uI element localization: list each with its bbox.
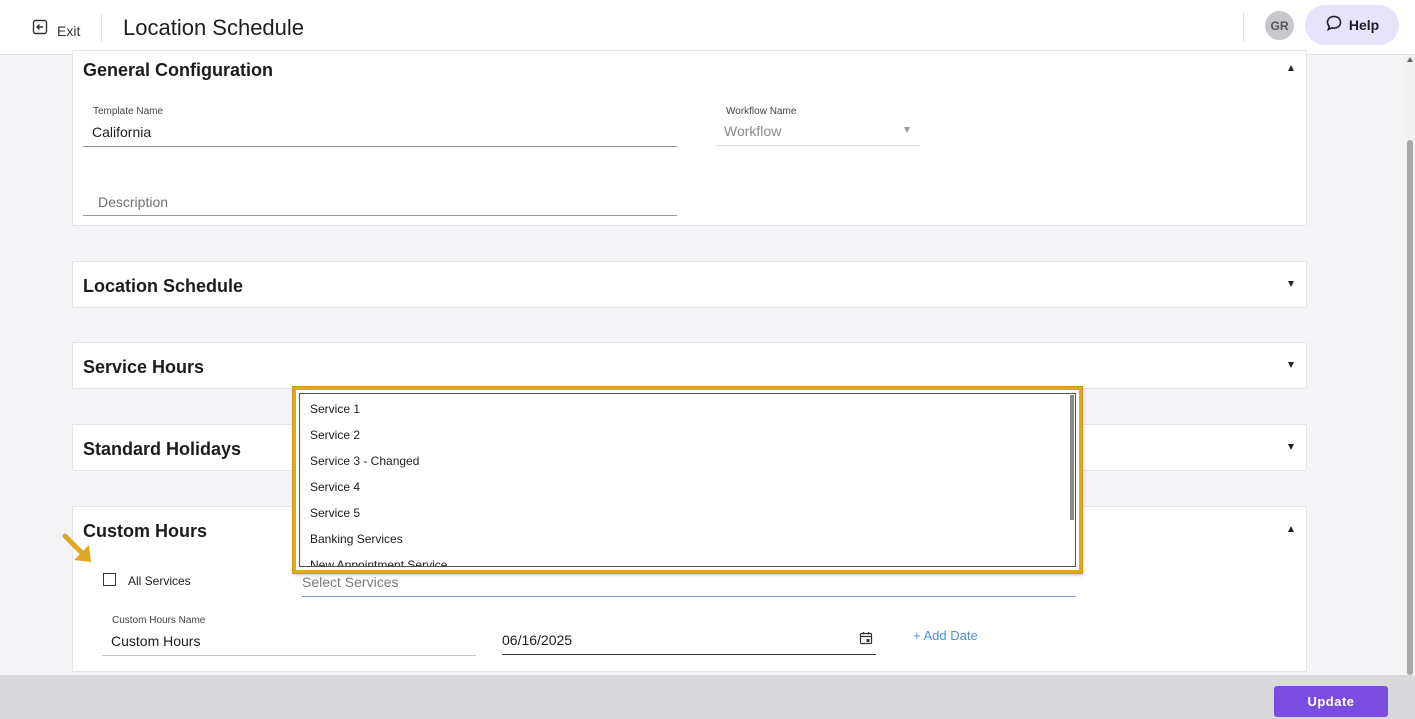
- page-scrollbar[interactable]: [1405, 55, 1415, 675]
- template-name-underline: [83, 146, 677, 147]
- avatar[interactable]: GR: [1265, 11, 1294, 40]
- services-list[interactable]: Service 1 Service 2 Service 3 - Changed …: [299, 393, 1076, 567]
- add-date-link[interactable]: + Add Date: [913, 628, 978, 643]
- description-input[interactable]: Description: [98, 194, 168, 210]
- date-underline: [502, 654, 876, 655]
- service-option[interactable]: Service 2: [310, 428, 360, 442]
- service-option[interactable]: Banking Services: [310, 532, 403, 546]
- calendar-icon[interactable]: [859, 631, 873, 645]
- scroll-up-icon[interactable]: [1407, 57, 1413, 62]
- pointer-arrow-icon: [62, 533, 91, 562]
- footer-bar: [0, 675, 1415, 719]
- app-header: Exit Location Schedule GR Help: [0, 0, 1415, 55]
- collapse-icon[interactable]: [1288, 526, 1294, 532]
- help-label: Help: [1348, 17, 1380, 33]
- dropdown-scrollbar-thumb[interactable]: [1070, 395, 1074, 520]
- template-name-input[interactable]: California: [92, 124, 151, 140]
- chat-bubble-icon: [1325, 14, 1349, 37]
- location-schedule-panel[interactable]: Location Schedule: [72, 261, 1307, 308]
- service-option[interactable]: Service 1: [310, 402, 360, 416]
- service-hours-panel[interactable]: Service Hours: [72, 342, 1307, 389]
- help-button[interactable]: Help: [1305, 5, 1399, 45]
- custom-hours-name-label: Custom Hours Name: [112, 615, 206, 626]
- service-option[interactable]: Service 3 - Changed: [310, 454, 419, 468]
- exit-button[interactable]: Exit: [31, 18, 80, 41]
- page-title: Location Schedule: [123, 15, 305, 40]
- service-option[interactable]: New Appointment Service: [310, 558, 447, 566]
- workflow-name-label: Workflow Name: [726, 106, 797, 117]
- service-option[interactable]: Service 5: [310, 506, 360, 520]
- expand-icon[interactable]: [1288, 444, 1294, 450]
- custom-hours-name-input[interactable]: Custom Hours: [111, 633, 200, 649]
- template-name-label: Template Name: [93, 106, 164, 117]
- general-configuration-panel: General Configuration Template Name Cali…: [72, 50, 1307, 226]
- service-option[interactable]: Service 4: [310, 480, 360, 494]
- update-button[interactable]: Update: [1274, 686, 1388, 717]
- custom-hours-name-underline: [102, 655, 476, 656]
- all-services-checkbox[interactable]: [103, 573, 116, 586]
- expand-icon[interactable]: [1288, 281, 1294, 287]
- exit-label: Exit: [57, 23, 81, 39]
- custom-hours-title: Custom Hours: [83, 521, 208, 541]
- description-underline: [83, 215, 677, 216]
- location-schedule-title: Location Schedule: [83, 276, 244, 296]
- date-input[interactable]: 06/16/2025: [502, 632, 572, 648]
- header-divider: [101, 14, 102, 42]
- dropdown-arrow-icon[interactable]: [904, 127, 910, 133]
- scrollbar-thumb[interactable]: [1407, 140, 1413, 675]
- services-dropdown: Service 1 Service 2 Service 3 - Changed …: [293, 387, 1082, 573]
- select-services-underline: [302, 596, 1076, 597]
- all-services-label: All Services: [128, 574, 191, 588]
- header-divider: [1243, 12, 1244, 42]
- exit-icon: [31, 18, 49, 41]
- general-configuration-title: General Configuration: [83, 60, 274, 80]
- select-services-input[interactable]: Select Services: [302, 574, 398, 590]
- expand-icon[interactable]: [1288, 362, 1294, 368]
- standard-holidays-title: Standard Holidays: [83, 439, 242, 459]
- workflow-name-underline: [716, 145, 919, 146]
- service-hours-title: Service Hours: [83, 357, 205, 377]
- collapse-icon[interactable]: [1288, 65, 1294, 71]
- workflow-name-select[interactable]: Workflow: [724, 123, 781, 139]
